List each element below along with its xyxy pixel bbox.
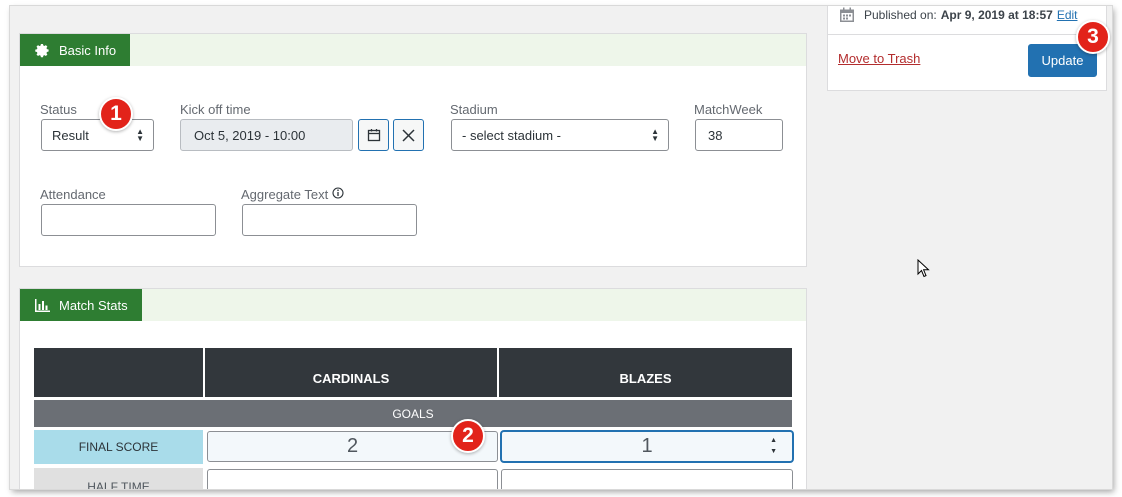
clear-date-button[interactable] xyxy=(393,119,424,151)
basic-info-tab[interactable]: Basic Info xyxy=(20,34,131,66)
select-arrows-icon: ▲ ▼ xyxy=(651,127,659,143)
match-stats-panel: Match Stats CARDINALS BLAZES GOALS FINAL… xyxy=(19,288,807,489)
basic-info-header: Basic Info xyxy=(20,34,806,66)
table-header-empty xyxy=(34,348,203,397)
move-to-trash-link[interactable]: Move to Trash xyxy=(838,51,920,66)
matchweek-value: 38 xyxy=(708,127,723,143)
cardinals-half-time-input[interactable] xyxy=(207,469,498,489)
calendar-icon xyxy=(367,129,380,142)
step-marker-3: 3 xyxy=(1076,20,1110,54)
stadium-select[interactable]: - select stadium - ▲ ▼ xyxy=(451,119,669,151)
published-on-row: Published on: Apr 9, 2019 at 18:57 Edit xyxy=(839,6,1078,24)
close-icon xyxy=(402,128,415,142)
final-score-label: FINAL SCORE xyxy=(34,430,203,464)
publish-box: Published on: Apr 9, 2019 at 18:57 Edit … xyxy=(827,6,1110,91)
stadium-label: Stadium xyxy=(450,102,498,117)
blazes-half-time-input[interactable] xyxy=(501,469,793,489)
blazes-final-score-input[interactable]: 1 ▲ ▼ xyxy=(501,431,793,462)
attendance-label: Attendance xyxy=(40,187,106,202)
step-marker-1: 1 xyxy=(99,97,133,131)
matchweek-input[interactable]: 38 xyxy=(695,119,783,151)
status-select[interactable]: Result ▲ ▼ xyxy=(41,119,154,151)
kickoff-value: Oct 5, 2019 - 10:00 xyxy=(194,127,306,143)
info-icon[interactable] xyxy=(332,186,344,199)
calendar-button[interactable] xyxy=(358,119,389,151)
basic-info-tab-label: Basic Info xyxy=(59,42,117,58)
step-marker-2: 2 xyxy=(451,419,485,453)
half-time-label: HALF TIME xyxy=(34,468,203,489)
basic-info-panel: Basic Info Status Result ▲ ▼ Kick off tim… xyxy=(19,33,807,267)
screen: Basic Info Status Result ▲ ▼ Kick off tim… xyxy=(10,6,1112,489)
aggregate-text-label-text: Aggregate Text xyxy=(241,187,329,202)
aggregate-text-input[interactable] xyxy=(242,204,417,236)
bar-chart-icon xyxy=(35,298,50,312)
published-prefix: Published on: xyxy=(864,8,937,22)
published-date: Apr 9, 2019 at 18:57 xyxy=(940,8,1053,22)
match-stats-tab-label: Match Stats xyxy=(59,297,128,313)
edit-date-link[interactable]: Edit xyxy=(1057,8,1078,22)
match-stats-header: Match Stats xyxy=(20,289,806,321)
stadium-value: - select stadium - xyxy=(462,127,561,143)
matchweek-label: MatchWeek xyxy=(694,102,763,117)
kickoff-label: Kick off time xyxy=(180,102,251,117)
calendar-icon xyxy=(840,7,854,22)
attendance-input[interactable] xyxy=(41,204,216,236)
table-header-blazes: BLAZES xyxy=(499,348,792,397)
kickoff-input[interactable]: Oct 5, 2019 - 10:00 xyxy=(180,119,353,151)
select-arrows-icon: ▲ ▼ xyxy=(136,127,144,143)
mouse-cursor-icon xyxy=(917,259,930,278)
aggregate-text-label: Aggregate Text xyxy=(241,186,344,202)
gear-icon xyxy=(35,43,49,57)
half-time-label-text: HALF TIME xyxy=(87,480,150,489)
match-stats-tab[interactable]: Match Stats xyxy=(20,289,142,321)
blazes-final-score-value: 1 xyxy=(641,435,653,457)
status-value: Result xyxy=(52,127,89,143)
table-header-cardinals: CARDINALS xyxy=(205,348,497,397)
update-button-label: Update xyxy=(1041,53,1084,68)
publish-divider xyxy=(828,34,1106,35)
cardinals-final-score-value: 2 xyxy=(346,435,359,457)
number-spinner-icon[interactable]: ▲ ▼ xyxy=(770,435,777,457)
status-label: Status xyxy=(40,102,77,117)
goals-section-row: GOALS xyxy=(34,400,792,427)
